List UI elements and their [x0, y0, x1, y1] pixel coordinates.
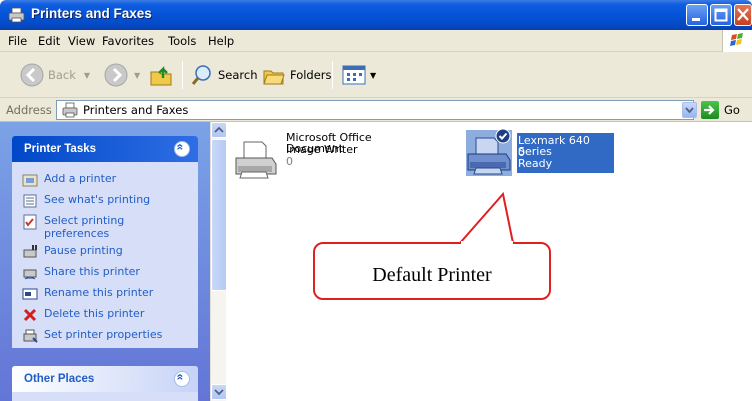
- task-delete-printer[interactable]: Delete this printer: [22, 307, 144, 323]
- printer-item[interactable]: Microsoft Office Document Image Writer 0: [232, 130, 432, 190]
- views-icon: [342, 65, 366, 85]
- task-label: See what's printing: [44, 193, 151, 206]
- task-pane: Printer Tasks Add a printer See what's p…: [0, 122, 210, 401]
- go-arrow-icon: [704, 105, 715, 115]
- callout-text: Default Printer: [372, 264, 492, 286]
- default-printer-callout: Default Printer: [313, 242, 551, 300]
- folders-button[interactable]: Folders: [262, 61, 332, 89]
- toolbar: Back ▼ ▼ Search Folders ▼: [0, 52, 752, 98]
- collapse-icon[interactable]: [174, 141, 190, 157]
- printer-name: Lexmark 640 Series: [518, 134, 590, 158]
- task-see-printing[interactable]: See what's printing: [22, 193, 150, 209]
- task-label: Set printer properties: [44, 328, 163, 341]
- printer-status: Ready: [518, 157, 553, 170]
- toolbar-separator: [332, 61, 333, 89]
- menu-bar: File Edit View Favorites Tools Help: [0, 30, 752, 52]
- scroll-thumb[interactable]: [211, 139, 227, 291]
- task-label: Select printing preferences: [44, 214, 125, 240]
- up-folder-button[interactable]: [148, 61, 174, 89]
- printer-tasks-panel: Printer Tasks Add a printer See what's p…: [12, 136, 198, 348]
- scroll-up-button[interactable]: [211, 122, 227, 138]
- task-add-printer[interactable]: Add a printer: [22, 172, 116, 188]
- printer-jobs: 0: [286, 155, 293, 168]
- properties-icon: [23, 329, 38, 343]
- chevron-down-icon: [685, 107, 694, 114]
- menu-tools[interactable]: Tools: [168, 34, 196, 48]
- task-label: Pause printing: [44, 244, 123, 257]
- forward-dropdown-icon[interactable]: ▼: [134, 71, 140, 80]
- menu-edit[interactable]: Edit: [38, 34, 60, 48]
- rename-icon: [22, 288, 38, 300]
- menu-favorites[interactable]: Favorites: [102, 34, 154, 48]
- printer-icon: [235, 141, 277, 179]
- toolbar-separator: [182, 61, 183, 89]
- task-label: Add a printer: [44, 172, 117, 185]
- forward-arrow-icon: [104, 63, 128, 87]
- other-places-header[interactable]: Other Places: [12, 366, 198, 392]
- address-value: Printers and Faxes: [83, 103, 189, 117]
- preferences-icon: [23, 214, 37, 230]
- menu-file[interactable]: File: [8, 34, 27, 48]
- delete-icon: [23, 308, 37, 322]
- add-printer-icon: [22, 174, 38, 187]
- printer-icon: [8, 7, 25, 23]
- back-label: Back: [48, 68, 76, 82]
- vertical-scrollbar[interactable]: [210, 122, 227, 401]
- default-printer-item[interactable]: Lexmark 640 Series 0 Ready: [466, 128, 626, 190]
- folders-icon: [263, 70, 285, 85]
- collapse-icon[interactable]: [174, 371, 190, 387]
- printer-tasks-header[interactable]: Printer Tasks: [12, 136, 198, 162]
- printer-name: Image Writer: [286, 143, 358, 156]
- other-places-panel: Other Places: [12, 366, 198, 401]
- callout-pointer-joint: [461, 241, 513, 246]
- back-button[interactable]: Back ▼: [20, 61, 90, 89]
- maximize-button[interactable]: [710, 4, 732, 26]
- print-queue-icon: [23, 194, 37, 208]
- menu-view[interactable]: View: [68, 34, 95, 48]
- scroll-down-button[interactable]: [211, 384, 227, 400]
- other-places-title: Other Places: [24, 373, 95, 385]
- views-dropdown-icon[interactable]: ▼: [370, 71, 376, 80]
- title-bar: Printers and Faxes: [0, 0, 752, 30]
- windows-logo-icon: [722, 30, 752, 52]
- minimize-icon: [692, 18, 700, 21]
- maximize-icon: [714, 8, 728, 22]
- minimize-button[interactable]: [686, 4, 708, 26]
- folders-label: Folders: [290, 68, 332, 82]
- close-button[interactable]: [734, 4, 752, 26]
- forward-button[interactable]: ▼: [104, 61, 140, 89]
- task-label: Rename this printer: [44, 286, 154, 299]
- task-printer-properties[interactable]: Set printer properties: [22, 328, 162, 344]
- pause-printer-icon: [23, 245, 37, 258]
- printers-folder-icon: [62, 102, 78, 118]
- menu-help[interactable]: Help: [208, 34, 234, 48]
- share-printer-icon: [23, 269, 37, 280]
- address-bar: Address Printers and Faxes Go: [0, 98, 752, 122]
- window-title: Printers and Faxes: [31, 6, 152, 21]
- close-icon: [737, 8, 749, 21]
- task-label: Share this printer: [44, 265, 140, 278]
- go-button[interactable]: [701, 101, 719, 119]
- default-checkmark-icon: [495, 128, 511, 144]
- chevron-down-icon: [214, 389, 224, 396]
- task-printing-preferences[interactable]: Select printing preferences: [22, 214, 164, 240]
- task-pause-printing[interactable]: Pause printing: [22, 244, 123, 260]
- search-button[interactable]: Search: [190, 61, 258, 89]
- back-arrow-icon: [20, 63, 44, 87]
- address-label: Address: [6, 103, 52, 117]
- address-input[interactable]: Printers and Faxes: [56, 100, 694, 120]
- task-label: Delete this printer: [44, 307, 145, 320]
- up-folder-icon: [150, 66, 172, 86]
- task-share-printer[interactable]: Share this printer: [22, 265, 140, 281]
- back-dropdown-icon[interactable]: ▼: [84, 71, 90, 80]
- search-label: Search: [218, 68, 258, 82]
- search-icon: [191, 65, 211, 85]
- task-rename-printer[interactable]: Rename this printer: [22, 286, 153, 302]
- address-dropdown-button[interactable]: [682, 102, 697, 118]
- printer-tasks-title: Printer Tasks: [24, 143, 97, 155]
- chevron-up-icon: [214, 126, 224, 133]
- go-label[interactable]: Go: [724, 103, 740, 117]
- views-button[interactable]: ▼: [342, 61, 376, 89]
